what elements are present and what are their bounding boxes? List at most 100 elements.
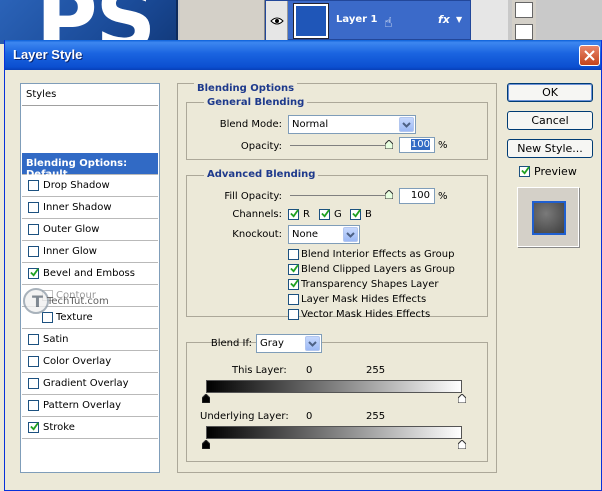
script-icon[interactable] xyxy=(515,24,533,40)
style-item-label: Color Overlay xyxy=(43,356,112,367)
channels-label: Channels: xyxy=(232,209,282,220)
this-layer-label: This Layer: xyxy=(232,365,287,376)
style-item-pattern-overlay[interactable]: Pattern Overlay xyxy=(22,395,158,417)
ok-button[interactable]: OK xyxy=(507,83,593,102)
channel-r-checkbox[interactable] xyxy=(288,209,299,220)
knockout-select[interactable]: None xyxy=(288,225,360,244)
style-checkbox[interactable] xyxy=(28,180,39,191)
style-checkbox[interactable] xyxy=(28,224,39,235)
underlying-layer-black-thumb[interactable] xyxy=(201,439,211,450)
style-item-satin[interactable]: Satin xyxy=(22,329,158,351)
dropdown-arrow[interactable] xyxy=(305,336,320,351)
fill-opacity-slider-track[interactable] xyxy=(290,195,390,196)
blend-mode-label: Blend Mode: xyxy=(219,119,282,130)
opacity-slider-thumb[interactable] xyxy=(384,139,394,150)
advanced-option-checkbox[interactable] xyxy=(288,309,299,320)
channel-b-checkbox[interactable] xyxy=(350,209,361,220)
blend-if-value: Gray xyxy=(260,338,284,349)
logo-text: PS xyxy=(36,0,156,44)
style-checkbox[interactable] xyxy=(28,334,39,345)
fill-opacity-slider-thumb[interactable] xyxy=(384,189,394,200)
watermark-text: TechTut.com xyxy=(47,296,109,307)
checkmark-icon xyxy=(290,209,299,218)
eye-icon xyxy=(269,17,284,25)
dropdown-arrow[interactable] xyxy=(399,117,414,132)
visibility-toggle[interactable] xyxy=(266,1,288,41)
title-bar[interactable]: Layer Style xyxy=(5,40,601,70)
style-item-label: Outer Glow xyxy=(43,224,100,235)
opacity-value: 100 xyxy=(410,139,430,150)
style-checkbox[interactable] xyxy=(28,378,39,389)
style-item-inner-glow[interactable]: Inner Glow xyxy=(22,241,158,263)
underlying-layer-max: 255 xyxy=(366,411,386,422)
advanced-option-label: Blend Clipped Layers as Group xyxy=(301,264,455,275)
blend-if-label: Blend If: xyxy=(210,338,252,349)
opacity-input[interactable]: 100 xyxy=(399,137,435,153)
fill-opacity-input[interactable]: 100 xyxy=(399,188,435,204)
section-title: Blending Options xyxy=(194,83,298,94)
chevron-down-icon[interactable]: ▼ xyxy=(456,15,462,24)
channel-b-label: B xyxy=(365,209,372,220)
advanced-option-checkbox[interactable] xyxy=(288,279,299,290)
document-icon[interactable] xyxy=(515,2,533,18)
layer-row[interactable]: Layer 1 ☝ fx ▼ xyxy=(265,0,471,41)
style-checkbox[interactable] xyxy=(28,356,39,367)
channel-g-checkbox[interactable] xyxy=(319,209,330,220)
this-layer-min: 0 xyxy=(306,365,313,376)
style-checkbox[interactable] xyxy=(28,268,39,279)
blend-if-select[interactable]: Gray xyxy=(256,334,322,353)
this-layer-max: 255 xyxy=(366,365,386,376)
close-button[interactable] xyxy=(579,45,600,66)
channel-g-label: G xyxy=(334,209,342,220)
this-layer-white-thumb[interactable] xyxy=(457,393,467,404)
checkmark-icon xyxy=(290,279,299,288)
style-checkbox[interactable] xyxy=(28,246,39,257)
new-style-button[interactable]: New Style... xyxy=(507,139,593,158)
dropdown-arrow[interactable] xyxy=(343,227,358,242)
preview-box xyxy=(517,187,579,247)
advanced-option-checkbox[interactable] xyxy=(288,294,299,305)
advanced-option-label: Layer Mask Hides Effects xyxy=(301,294,427,305)
style-checkbox[interactable] xyxy=(28,422,39,433)
advanced-option-checkbox[interactable] xyxy=(288,264,299,275)
style-item-inner-shadow[interactable]: Inner Shadow xyxy=(22,197,158,219)
fx-icon[interactable]: fx xyxy=(438,13,450,26)
checkmark-icon xyxy=(30,268,39,277)
layer-name[interactable]: Layer 1 xyxy=(336,14,377,25)
underlying-layer-white-thumb[interactable] xyxy=(457,439,467,450)
channel-r-label: R xyxy=(303,209,310,220)
opacity-label: Opacity: xyxy=(240,141,282,152)
close-icon xyxy=(584,50,595,61)
advanced-option-label: Blend Interior Effects as Group xyxy=(301,249,455,260)
styles-header[interactable]: Styles xyxy=(22,85,158,106)
knockout-value: None xyxy=(292,229,319,240)
underlying-layer-gradient[interactable] xyxy=(206,426,462,439)
this-layer-gradient[interactable] xyxy=(206,380,462,393)
advanced-option-checkbox[interactable] xyxy=(288,249,299,260)
blend-mode-value: Normal xyxy=(292,119,329,130)
style-item-outer-glow[interactable]: Outer Glow xyxy=(22,219,158,241)
style-checkbox[interactable] xyxy=(28,202,39,213)
checkmark-icon xyxy=(352,209,361,218)
layer-style-dialog: Layer Style Styles Blending Options: Def… xyxy=(4,40,602,491)
style-item-blending-options[interactable]: Blending Options: Default xyxy=(22,153,158,180)
cancel-button[interactable]: Cancel xyxy=(507,111,593,130)
style-item-gradient-overlay[interactable]: Gradient Overlay xyxy=(22,373,158,395)
watermark-logo: T xyxy=(23,288,49,314)
style-item-bevel-and-emboss[interactable]: Bevel and Emboss xyxy=(22,263,158,285)
layer-thumbnail[interactable] xyxy=(294,4,328,38)
chevron-down-icon xyxy=(308,340,317,347)
preview-checkbox[interactable] xyxy=(519,166,530,177)
style-item-drop-shadow[interactable]: Drop Shadow xyxy=(22,175,158,197)
style-item-color-overlay[interactable]: Color Overlay xyxy=(22,351,158,373)
style-item-label: Gradient Overlay xyxy=(43,378,129,389)
opacity-slider-track[interactable] xyxy=(290,145,390,146)
styles-list: Styles Blending Options: Default Drop Sh… xyxy=(20,83,160,473)
style-item-stroke[interactable]: Stroke xyxy=(22,417,158,439)
chevron-down-icon xyxy=(346,231,355,238)
style-checkbox[interactable] xyxy=(28,400,39,411)
advanced-option-label: Vector Mask Hides Effects xyxy=(301,309,431,320)
this-layer-black-thumb[interactable] xyxy=(201,393,211,404)
blend-mode-select[interactable]: Normal xyxy=(288,115,416,134)
general-blending-title: General Blending xyxy=(204,97,308,108)
